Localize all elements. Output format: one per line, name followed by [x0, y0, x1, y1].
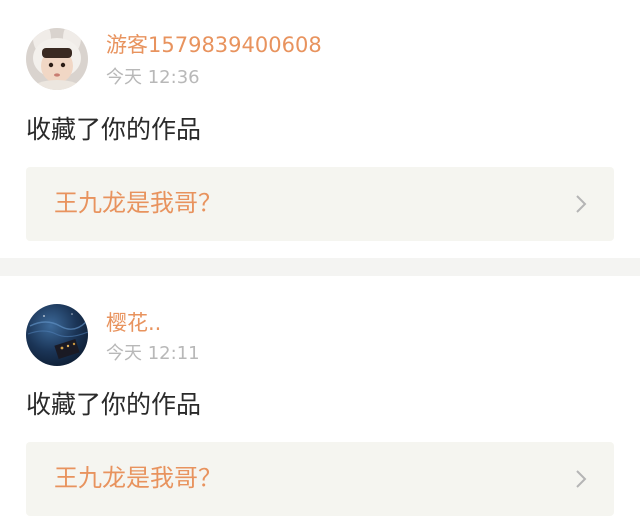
notification-item: 游客1579839400608 今天 12:36 收藏了你的作品 王九龙是我哥？ [0, 0, 640, 258]
work-title: 王九龙是我哥？ [54, 464, 222, 492]
action-text: 收藏了你的作品 [26, 390, 202, 419]
user-avatar[interactable] [26, 28, 88, 90]
avatar-child-bunny-hat-icon [26, 28, 88, 90]
notification-item: 樱花.. 今天 12:11 收藏了你的作品 王九龙是我哥？ [0, 276, 640, 522]
chevron-right-icon [576, 195, 587, 213]
chevron-right-icon [576, 470, 587, 488]
action-text: 收藏了你的作品 [26, 115, 202, 144]
username[interactable]: 游客1579839400608 [106, 32, 322, 58]
timestamp: 今天 12:11 [106, 343, 200, 364]
section-separator [0, 258, 640, 276]
user-avatar[interactable] [26, 304, 88, 366]
work-link[interactable]: 王九龙是我哥？ [26, 167, 614, 241]
timestamp: 今天 12:36 [106, 67, 200, 88]
username[interactable]: 樱花.. [106, 310, 161, 336]
work-title: 王九龙是我哥？ [54, 189, 222, 217]
avatar-night-scene-icon [26, 304, 88, 366]
work-link[interactable]: 王九龙是我哥？ [26, 442, 614, 516]
